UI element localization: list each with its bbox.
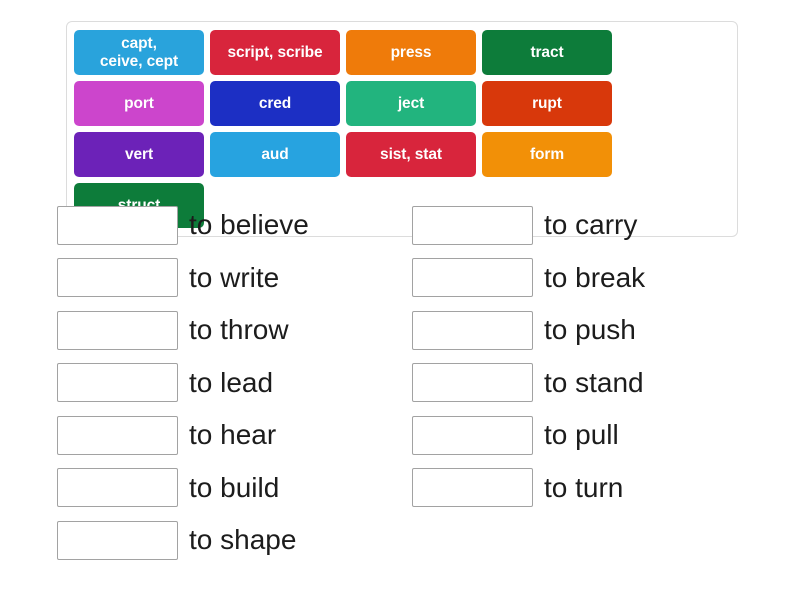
word-tile-label: cred [258, 94, 292, 112]
word-tile[interactable]: tract [482, 30, 612, 75]
definition-label: to hear [189, 419, 277, 451]
word-tile-label: ject [397, 94, 425, 112]
match-row: to write [57, 252, 412, 305]
definition-label: to throw [189, 314, 289, 346]
word-tile-label: form [529, 145, 565, 163]
answer-drop-zone[interactable] [57, 363, 178, 403]
definition-label: to shape [189, 524, 297, 556]
definition-label: to break [544, 261, 646, 293]
match-columns: to believe to write to throw to lead to hear… [0, 199, 800, 567]
definition-label: to write [189, 261, 280, 293]
definition-label: to pull [544, 419, 619, 451]
word-tile-label: port [124, 94, 154, 112]
match-row: to shape [57, 514, 412, 567]
answer-drop-zone[interactable] [412, 415, 533, 455]
answer-drop-zone[interactable] [412, 468, 533, 508]
answer-drop-zone[interactable] [57, 258, 178, 298]
match-row: to throw [57, 304, 412, 357]
answer-drop-zone[interactable] [57, 205, 178, 245]
answer-drop-zone[interactable] [57, 468, 178, 508]
activity-canvas: capt, ceive, cept script, scribe press trac… [0, 0, 800, 600]
match-row: to lead [57, 357, 412, 410]
word-tile[interactable]: form [482, 132, 612, 177]
word-tile[interactable]: vert [74, 132, 204, 177]
word-tile[interactable]: rupt [482, 81, 612, 126]
word-tile[interactable]: press [346, 30, 476, 75]
answer-drop-zone[interactable] [412, 258, 533, 298]
word-tile[interactable]: aud [210, 132, 340, 177]
word-tile-label: vert [124, 145, 154, 163]
definition-label: to build [189, 471, 280, 503]
definition-label: to believe [189, 209, 309, 241]
word-tile-label: aud [261, 145, 289, 163]
match-row: to break [412, 252, 767, 305]
definition-label: to lead [189, 366, 274, 398]
match-column-right: to carry to break to push to stand to pull to… [412, 199, 767, 567]
match-row: to build [57, 462, 412, 515]
answer-drop-zone[interactable] [412, 310, 533, 350]
definition-label: to push [544, 314, 636, 346]
word-tile[interactable]: sist, stat [346, 132, 476, 177]
answer-drop-zone[interactable] [412, 205, 533, 245]
match-row: to carry [412, 199, 767, 252]
word-tile[interactable]: port [74, 81, 204, 126]
word-tile[interactable]: capt, ceive, cept [74, 30, 204, 75]
match-row: to hear [57, 409, 412, 462]
answer-drop-zone[interactable] [57, 415, 178, 455]
word-tile-label: tract [530, 43, 564, 61]
answer-drop-zone[interactable] [57, 310, 178, 350]
match-row: to turn [412, 462, 767, 515]
word-tile-label: script, scribe [227, 43, 323, 61]
answer-drop-zone[interactable] [57, 520, 178, 560]
word-tile[interactable]: script, scribe [210, 30, 340, 75]
match-row: to believe [57, 199, 412, 252]
definition-label: to turn [544, 471, 624, 503]
word-tile[interactable]: ject [346, 81, 476, 126]
match-row: to stand [412, 357, 767, 410]
definition-label: to carry [544, 209, 638, 241]
word-tile-label: press [390, 43, 432, 61]
word-tile[interactable]: cred [210, 81, 340, 126]
word-tile-label: rupt [532, 94, 562, 112]
match-row: to push [412, 304, 767, 357]
match-row: to pull [412, 409, 767, 462]
answer-drop-zone[interactable] [412, 363, 533, 403]
word-tile-label: sist, stat [380, 145, 442, 163]
match-column-left: to believe to write to throw to lead to hear… [57, 199, 412, 567]
word-tile-label: capt, ceive, cept [99, 35, 179, 70]
definition-label: to stand [544, 366, 644, 398]
